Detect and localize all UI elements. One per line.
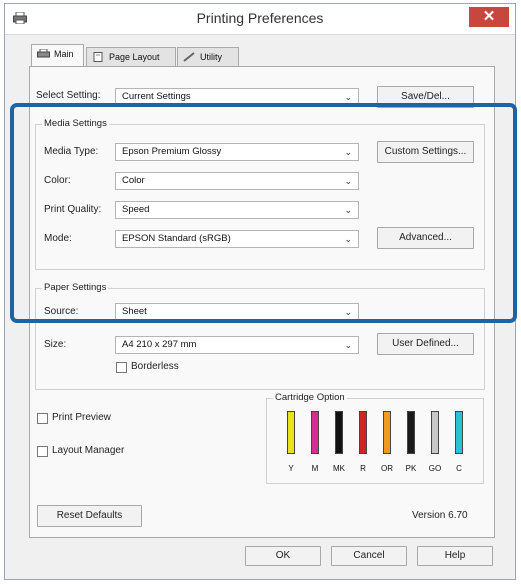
ink-label-r: R bbox=[360, 464, 366, 473]
reset-defaults-button[interactable]: Reset Defaults bbox=[37, 505, 142, 527]
ink-label-go: GO bbox=[428, 464, 442, 473]
tab-page-layout[interactable]: Page Layout bbox=[86, 47, 176, 67]
page-icon bbox=[93, 52, 103, 62]
print-preview-label: Print Preview bbox=[52, 412, 111, 423]
size-dropdown[interactable]: A4 210 x 297 mm ⌄ bbox=[115, 336, 359, 354]
ok-button[interactable]: OK bbox=[245, 546, 321, 566]
window-title: Printing Preferences bbox=[196, 10, 324, 26]
tab-page-layout-label: Page Layout bbox=[109, 52, 160, 62]
chevron-down-icon: ⌄ bbox=[344, 340, 352, 350]
tab-main[interactable]: Main bbox=[31, 44, 84, 68]
ink-label-y: Y bbox=[288, 464, 294, 473]
highlight-frame bbox=[10, 103, 517, 323]
cancel-button[interactable]: Cancel bbox=[331, 546, 407, 566]
ink-label-mk: MK bbox=[333, 464, 345, 473]
select-setting-value: Current Settings bbox=[122, 91, 191, 102]
help-button[interactable]: Help bbox=[417, 546, 493, 566]
ink-bar-mk bbox=[335, 411, 343, 454]
size-label: Size: bbox=[44, 339, 67, 350]
ink-bar-pk bbox=[407, 411, 415, 454]
version-label: Version 6.70 bbox=[412, 510, 468, 521]
tab-utility[interactable]: Utility bbox=[177, 47, 239, 67]
utility-icon bbox=[183, 52, 195, 62]
ink-label-or: OR bbox=[381, 464, 393, 473]
ink-label-m: M bbox=[311, 464, 319, 473]
printer-icon bbox=[37, 49, 50, 58]
ink-label-pk: PK bbox=[405, 464, 417, 473]
borderless-checkbox[interactable] bbox=[116, 362, 127, 373]
ink-bar-m bbox=[311, 411, 319, 454]
tab-utility-label: Utility bbox=[200, 52, 222, 62]
layout-manager-checkbox[interactable] bbox=[37, 446, 48, 457]
select-setting-label: Select Setting: bbox=[36, 90, 101, 101]
size-value: A4 210 x 297 mm bbox=[122, 339, 197, 350]
print-preview-checkbox[interactable] bbox=[37, 413, 48, 424]
ink-bar-y bbox=[287, 411, 295, 454]
ink-bar-r bbox=[359, 411, 367, 454]
layout-manager-label: Layout Manager bbox=[52, 445, 125, 456]
cartridge-option-title: Cartridge Option bbox=[273, 392, 347, 403]
user-defined-button[interactable]: User Defined... bbox=[377, 333, 474, 355]
ink-bar-c bbox=[455, 411, 463, 454]
borderless-label: Borderless bbox=[131, 361, 179, 372]
ink-bar-go bbox=[431, 411, 439, 454]
close-button[interactable]: ✕ bbox=[469, 7, 509, 27]
ink-bar-or bbox=[383, 411, 391, 454]
tab-main-label: Main bbox=[54, 49, 74, 59]
ink-label-c: C bbox=[456, 464, 462, 473]
title-bar: Printing Preferences ✕ bbox=[5, 4, 515, 35]
